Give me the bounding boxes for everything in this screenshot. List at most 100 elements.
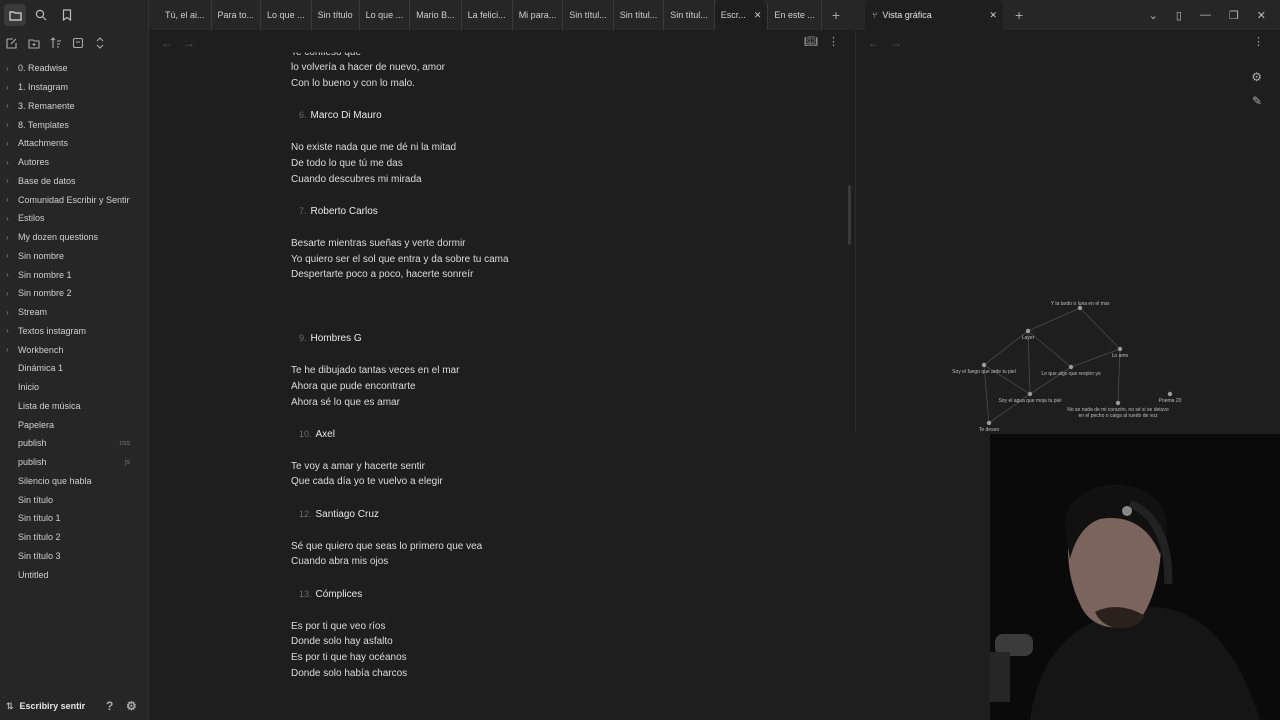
close-tab-icon[interactable]: ✕	[754, 10, 762, 21]
settings-gear-icon[interactable]: ⚙	[126, 699, 137, 713]
sort-icon[interactable]	[47, 34, 65, 52]
expand-toggle-icon[interactable]	[91, 34, 109, 52]
window-controls: ⌄ ▯ — ❐ ✕	[1149, 0, 1280, 30]
graph-node[interactable]	[1117, 346, 1123, 352]
vault-name: Escribiry sentir	[19, 701, 86, 711]
editor-tab[interactable]: En este ...	[768, 0, 822, 30]
folder-item[interactable]: › Attachments	[0, 134, 148, 153]
chevron-right-icon[interactable]: ›	[6, 158, 16, 167]
close-window-icon[interactable]: ✕	[1257, 9, 1266, 22]
folder-item[interactable]: › Sin nombre	[0, 247, 148, 266]
graph-node[interactable]	[981, 362, 987, 368]
chevron-right-icon[interactable]: ›	[6, 251, 16, 260]
file-extension-badge: js	[124, 458, 130, 466]
graph-canvas[interactable]: Y la tardo o luna en el mar Layer Lo amo So…	[856, 30, 1280, 434]
folder-item[interactable]: › Textos instagram	[0, 322, 148, 341]
editor-tab[interactable]: Sin títul...	[614, 0, 665, 30]
file-item[interactable]: Lista de música	[0, 397, 148, 416]
folder-item[interactable]: › Comunidad Escribir y Sentir	[0, 190, 148, 209]
chevron-right-icon[interactable]: ›	[6, 176, 16, 185]
graph-view[interactable]: ←→ ⋮ ⚙ ✎ Y la tardo o luna en el mar Laye…	[855, 30, 1280, 434]
chevron-right-icon[interactable]: ›	[6, 139, 16, 148]
file-item[interactable]: Papelera	[0, 415, 148, 434]
editor-tab[interactable]: Sin títul...	[664, 0, 715, 30]
chevron-right-icon[interactable]: ›	[6, 233, 16, 242]
file-item[interactable]: Silencio que habla	[0, 472, 148, 491]
folder-item[interactable]: › Workbench	[0, 340, 148, 359]
chevron-right-icon[interactable]: ›	[6, 214, 16, 223]
chevron-right-icon[interactable]: ›	[6, 64, 16, 73]
new-tab-icon[interactable]: +	[1015, 7, 1023, 23]
new-note-icon[interactable]	[3, 34, 21, 52]
folder-item[interactable]: › 8. Templates	[0, 115, 148, 134]
file-item[interactable]: Sin título	[0, 490, 148, 509]
editor-tab[interactable]: Sin título	[312, 0, 360, 30]
editor-scrollbar[interactable]	[848, 185, 851, 245]
editor-tab[interactable]: Mi para...	[513, 0, 564, 30]
tree-item-label: 1. Instagram	[18, 82, 69, 93]
chevron-right-icon[interactable]: ›	[6, 120, 16, 129]
minimize-icon[interactable]: —	[1200, 9, 1211, 21]
graph-node[interactable]	[1115, 400, 1121, 406]
new-folder-icon[interactable]	[25, 34, 43, 52]
file-item[interactable]: publish js	[0, 453, 148, 472]
bookmark-icon[interactable]	[56, 4, 78, 26]
chevron-down-icon[interactable]: ⌄	[1149, 9, 1158, 22]
graph-node[interactable]	[1167, 391, 1173, 397]
folder-item[interactable]: › Sin nombre 2	[0, 284, 148, 303]
close-tab-icon[interactable]: ✕	[989, 10, 997, 21]
folder-item[interactable]: › Base de datos	[0, 172, 148, 191]
chevron-right-icon[interactable]: ›	[6, 270, 16, 279]
chevron-right-icon[interactable]: ›	[6, 308, 16, 317]
editor-tab[interactable]: Lo que ...	[261, 0, 312, 30]
graph-node[interactable]	[1025, 328, 1031, 334]
editor-tab[interactable]: Para to...	[212, 0, 262, 30]
file-item[interactable]: Sin título 3	[0, 547, 148, 566]
folder-item[interactable]: › 0. Readwise	[0, 59, 148, 78]
graph-node[interactable]	[1068, 364, 1074, 370]
chevron-right-icon[interactable]: ›	[6, 289, 16, 298]
editor-tab[interactable]: Lo que ...	[360, 0, 411, 30]
reading-view-icon[interactable]: 📖︎	[804, 35, 818, 48]
folder-item[interactable]: › Estilos	[0, 209, 148, 228]
vault-switcher[interactable]: ⇅ Escribiry sentir ? ⚙	[0, 692, 148, 720]
search-icon[interactable]	[30, 4, 52, 26]
graph-node[interactable]	[1027, 391, 1033, 397]
editor-tab[interactable]: La felici...	[462, 0, 513, 30]
new-tab-icon[interactable]: +	[832, 7, 840, 23]
tree-item-label: Sin título 1	[18, 513, 61, 524]
sidebar-toggle-icon[interactable]: ▯	[1176, 9, 1182, 22]
graph-icon: ⑂	[872, 10, 878, 20]
folder-item[interactable]: › Autores	[0, 153, 148, 172]
chevron-right-icon[interactable]: ›	[6, 326, 16, 335]
help-icon[interactable]: ?	[106, 699, 113, 713]
forward-arrow-icon[interactable]: →	[183, 36, 205, 50]
folder-item[interactable]: › Stream	[0, 303, 148, 322]
file-item[interactable]: publish css	[0, 434, 148, 453]
editor-tab[interactable]: Mario B...	[410, 0, 462, 30]
chevron-right-icon[interactable]: ›	[6, 345, 16, 354]
tree-item-label: publish	[18, 457, 47, 468]
editor-tab[interactable]: Escr... ✕	[714, 0, 769, 30]
restore-icon[interactable]: ❐	[1229, 9, 1239, 22]
file-item[interactable]: Dinámica 1	[0, 359, 148, 378]
folder-item[interactable]: › 1. Instagram	[0, 78, 148, 97]
file-item[interactable]: Sin título 2	[0, 528, 148, 547]
collapse-all-icon[interactable]	[69, 34, 87, 52]
chevron-right-icon[interactable]: ›	[6, 195, 16, 204]
back-arrow-icon[interactable]: ←	[161, 36, 183, 50]
editor-tab[interactable]: Tú, el ai...	[159, 0, 212, 30]
file-item[interactable]: Inicio	[0, 378, 148, 397]
editor-tab[interactable]: Sin títul...	[563, 0, 614, 30]
file-item[interactable]: Sin título 1	[0, 509, 148, 528]
chevron-right-icon[interactable]: ›	[6, 83, 16, 92]
chevron-right-icon[interactable]: ›	[6, 101, 16, 110]
folder-item[interactable]: › My dozen questions	[0, 228, 148, 247]
folder-item[interactable]: › 3. Remanente	[0, 97, 148, 116]
folder-item[interactable]: › Sin nombre 1	[0, 265, 148, 284]
folder-icon[interactable]	[4, 4, 26, 26]
file-item[interactable]: Untitled	[0, 565, 148, 584]
tab-graph-view[interactable]: ⑂ Vista gráfica ✕	[865, 0, 1003, 30]
graph-node[interactable]	[986, 420, 992, 426]
more-options-icon[interactable]: ⋮	[828, 35, 839, 48]
